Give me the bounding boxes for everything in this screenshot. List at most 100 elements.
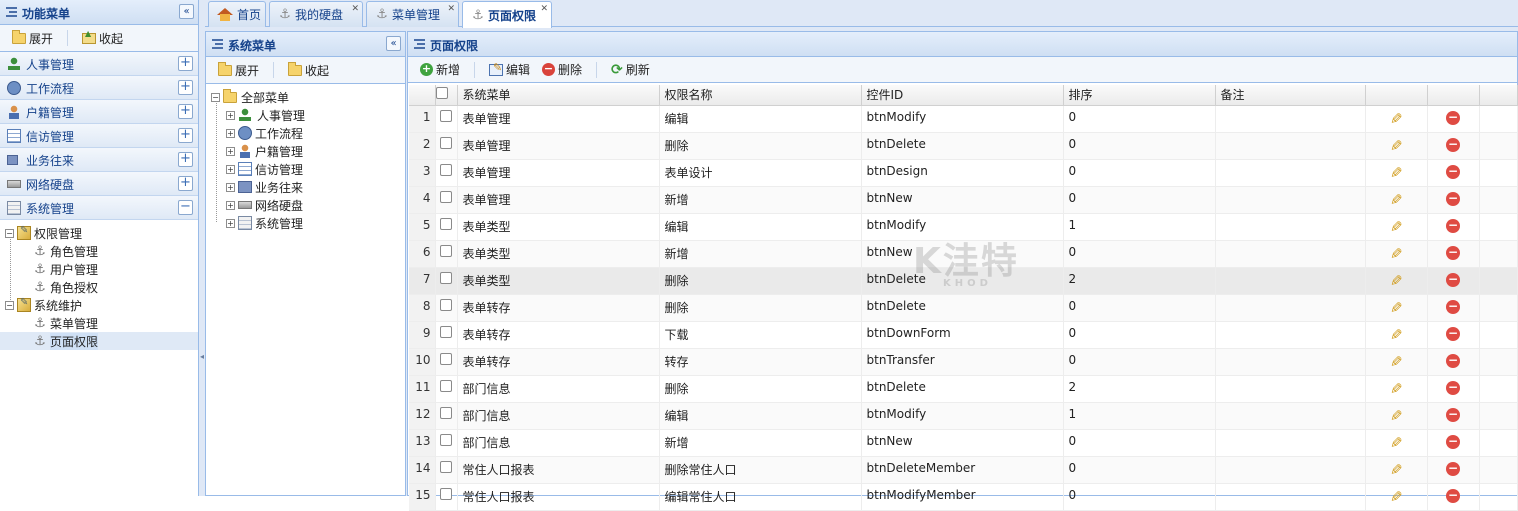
row-delete-icon[interactable]: − (1446, 353, 1460, 368)
tab-my-disk[interactable]: ⚓ 我的硬盘 ✕ (269, 1, 363, 27)
table-row[interactable]: 10 表单转存 转存 btnTransfer 0 ✎ − (409, 348, 1518, 376)
row-select-cell[interactable] (435, 240, 458, 268)
tree-expand-icon[interactable]: + (226, 200, 235, 210)
row-delete-icon[interactable]: − (1446, 326, 1460, 341)
pencil-icon[interactable]: ✎ (1390, 110, 1403, 128)
tree-node-workflow[interactable]: + 工作流程 (206, 124, 405, 142)
table-row[interactable]: 3 表单管理 表单设计 btnDesign 0 ✎ − (409, 159, 1518, 187)
row-delete-icon[interactable]: − (1446, 380, 1460, 395)
row-select-cell[interactable] (435, 321, 458, 349)
row-delete-icon[interactable]: − (1446, 137, 1460, 152)
collapse-all-button[interactable]: 收起 (284, 60, 333, 81)
row-delete-cell[interactable]: − (1427, 321, 1480, 349)
row-checkbox[interactable] (440, 433, 452, 446)
collapse-system-menu-button[interactable]: « (386, 36, 401, 51)
tree-node-permission[interactable]: − 权限管理 (0, 224, 198, 242)
row-edit-cell[interactable]: ✎ (1365, 321, 1428, 349)
table-row[interactable]: 14 常住人口报表 删除常住人口 btnDeleteMember 0 ✎ − (409, 456, 1518, 484)
row-checkbox[interactable] (440, 325, 452, 338)
row-delete-icon[interactable]: − (1446, 434, 1460, 449)
row-select-cell[interactable] (435, 267, 458, 295)
row-select-cell[interactable] (435, 402, 458, 430)
tree-collapse-icon[interactable]: − (211, 92, 220, 102)
row-delete-cell[interactable]: − (1427, 348, 1480, 376)
table-row[interactable]: 8 表单转存 删除 btnDelete 0 ✎ − (409, 294, 1518, 322)
tab-page-permission[interactable]: ⚓ 页面权限 ✕ (462, 1, 552, 28)
tab-home[interactable]: 首页 (208, 1, 266, 27)
row-delete-cell[interactable]: − (1427, 375, 1480, 403)
row-select-cell[interactable] (435, 429, 458, 457)
row-checkbox[interactable] (440, 109, 452, 122)
row-select-cell[interactable] (435, 132, 458, 160)
pencil-icon[interactable]: ✎ (1390, 164, 1403, 182)
expand-all-button[interactable]: 展开 (214, 60, 263, 81)
row-delete-icon[interactable]: − (1446, 218, 1460, 233)
row-edit-cell[interactable]: ✎ (1365, 267, 1428, 295)
expand-plus-button[interactable]: + (178, 104, 193, 119)
tree-expand-icon[interactable]: + (226, 218, 235, 228)
row-delete-icon[interactable]: − (1446, 407, 1460, 422)
pencil-icon[interactable]: ✎ (1390, 245, 1403, 263)
table-row[interactable]: 12 部门信息 编辑 btnModify 1 ✎ − (409, 402, 1518, 430)
row-delete-icon[interactable]: − (1446, 164, 1460, 179)
accordion-item-household[interactable]: 户籍管理 + (0, 100, 198, 124)
collapse-left-panel-button[interactable]: « (179, 4, 194, 19)
row-checkbox[interactable] (440, 244, 452, 257)
accordion-item-petition[interactable]: 信访管理 + (0, 124, 198, 148)
row-delete-cell[interactable]: − (1427, 429, 1480, 457)
tree-node-hr[interactable]: + 人事管理 (206, 106, 405, 124)
row-select-cell[interactable] (435, 294, 458, 322)
tab-menu-management[interactable]: ⚓ 菜单管理 ✕ (366, 1, 459, 27)
tree-expand-icon[interactable]: + (226, 182, 235, 192)
pencil-icon[interactable]: ✎ (1390, 299, 1403, 317)
row-checkbox[interactable] (440, 271, 452, 284)
row-checkbox[interactable] (440, 460, 452, 473)
tree-node-system[interactable]: + 系统管理 (206, 214, 405, 232)
accordion-item-business[interactable]: 业务往来 + (0, 148, 198, 172)
row-edit-cell[interactable]: ✎ (1365, 213, 1428, 241)
row-edit-cell[interactable]: ✎ (1365, 294, 1428, 322)
row-edit-cell[interactable]: ✎ (1365, 375, 1428, 403)
pencil-icon[interactable]: ✎ (1390, 326, 1403, 344)
row-delete-cell[interactable]: − (1427, 186, 1480, 214)
row-delete-icon[interactable]: − (1446, 461, 1460, 476)
splitter-arrow-icon[interactable]: ◂ (200, 352, 204, 361)
select-all-header[interactable] (435, 85, 458, 106)
row-checkbox[interactable] (440, 352, 452, 365)
table-row[interactable]: 15 常住人口报表 编辑常住人口 btnModifyMember 0 ✎ − (409, 483, 1518, 511)
row-select-cell[interactable] (435, 105, 458, 133)
table-row[interactable]: 13 部门信息 新增 btnNew 0 ✎ − (409, 429, 1518, 457)
table-row[interactable]: 1 表单管理 编辑 btnModify 0 ✎ − (409, 105, 1518, 133)
pencil-icon[interactable]: ✎ (1390, 137, 1403, 155)
table-row[interactable]: 11 部门信息 删除 btnDelete 2 ✎ − (409, 375, 1518, 403)
collapse-minus-button[interactable]: − (178, 200, 193, 215)
tree-collapse-icon[interactable]: − (5, 228, 14, 238)
pencil-icon[interactable]: ✎ (1390, 191, 1403, 209)
row-select-cell[interactable] (435, 213, 458, 241)
pencil-icon[interactable]: ✎ (1390, 272, 1403, 290)
row-checkbox[interactable] (440, 487, 452, 500)
tree-node-system-maintenance[interactable]: − 系统维护 (0, 296, 198, 314)
row-delete-cell[interactable]: − (1427, 213, 1480, 241)
row-delete-cell[interactable]: − (1427, 402, 1480, 430)
pencil-icon[interactable]: ✎ (1390, 488, 1403, 506)
delete-button[interactable]: − 删除 (538, 59, 586, 80)
tree-expand-icon[interactable]: + (226, 146, 235, 156)
row-delete-cell[interactable]: − (1427, 456, 1480, 484)
tree-collapse-icon[interactable]: − (5, 300, 14, 310)
tab-close-icon[interactable]: ✕ (540, 4, 548, 14)
add-button[interactable]: + 新增 (416, 59, 464, 80)
tree-node-all-menus[interactable]: − 全部菜单 (206, 88, 405, 106)
row-edit-cell[interactable]: ✎ (1365, 159, 1428, 187)
row-delete-icon[interactable]: − (1446, 245, 1460, 260)
pencil-icon[interactable]: ✎ (1390, 218, 1403, 236)
row-delete-icon[interactable]: − (1446, 110, 1460, 125)
tree-node-menu-management[interactable]: ⚓ 菜单管理 (0, 314, 198, 332)
column-header-permission-name[interactable]: 权限名称 (659, 85, 862, 106)
row-select-cell[interactable] (435, 348, 458, 376)
accordion-item-netdisk[interactable]: 网络硬盘 + (0, 172, 198, 196)
column-header-sort[interactable]: 排序 (1063, 85, 1216, 106)
row-edit-cell[interactable]: ✎ (1365, 429, 1428, 457)
expand-plus-button[interactable]: + (178, 80, 193, 95)
tree-node-business[interactable]: + 业务往来 (206, 178, 405, 196)
